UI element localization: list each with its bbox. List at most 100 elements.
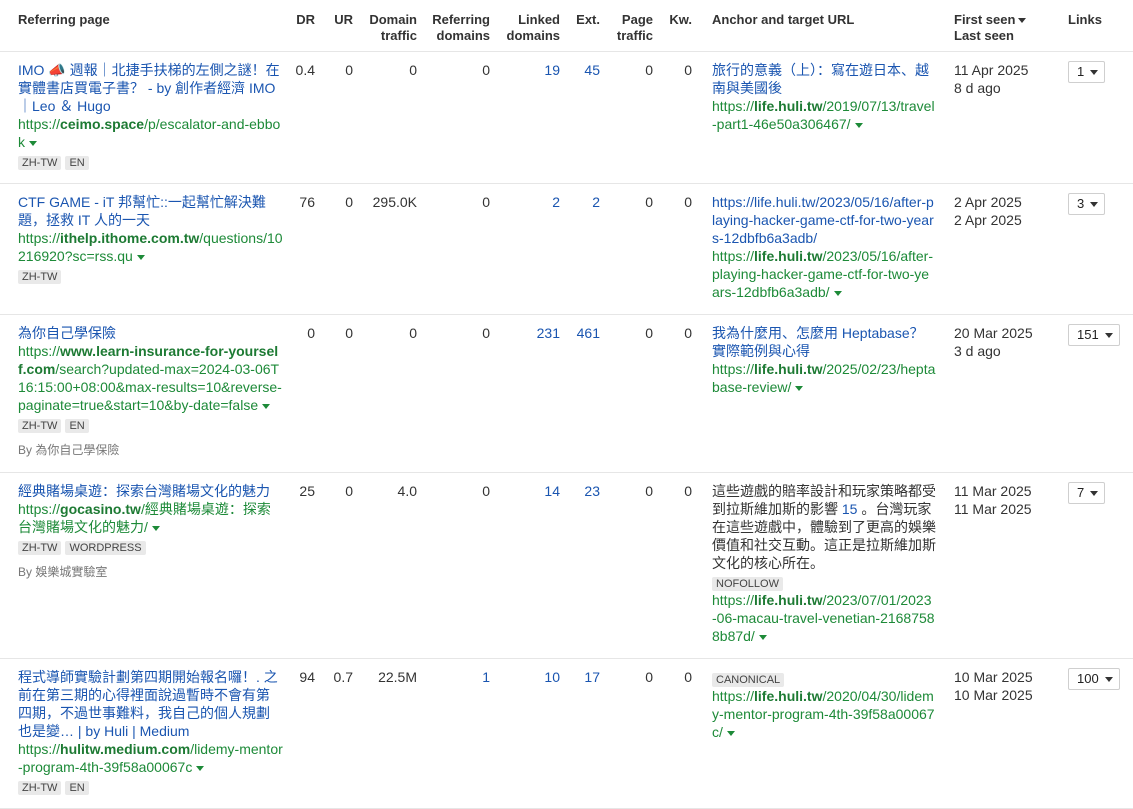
col-anchor[interactable]: Anchor and target URL [692, 0, 948, 52]
col-referring-domains[interactable]: Referring domains [417, 0, 490, 52]
col-domain-traffic-label-1: Domain [369, 12, 417, 27]
ext-link[interactable]: 461 [577, 325, 600, 341]
referring-page-title[interactable]: 程式導師實驗計劃第四期開始報名囉！. 之前在第三期的心得裡面說過暫時不會有第四期… [18, 669, 278, 739]
url-menu-caret-icon[interactable] [833, 290, 842, 296]
linked-domains-link[interactable]: 10 [544, 669, 560, 685]
url-menu-caret-icon[interactable] [854, 122, 863, 128]
last-seen-value: 8 d ago [954, 80, 1001, 96]
table-row: 程式導師實驗計劃第四期開始報名囉！. 之前在第三期的心得裡面說過暫時不會有第四期… [0, 658, 1133, 809]
linked-domains-value: 10 [490, 658, 560, 809]
link-attribute-badge: CANONICAL [712, 673, 785, 687]
url-menu-caret-icon[interactable] [726, 730, 735, 736]
referring-page-cell: IMO 📣 週報｜北捷手扶梯的左側之謎！在實體書店買電子書？ - by 創作者經… [0, 51, 283, 184]
col-domain-traffic[interactable]: Domain traffic [353, 0, 417, 52]
col-dr[interactable]: DR [283, 0, 315, 52]
target-url[interactable]: https://life.huli.tw/2023/05/16/after-pl… [712, 247, 936, 301]
url-menu-caret-icon[interactable] [196, 765, 205, 771]
referring-domains-link: 0 [482, 194, 490, 210]
col-links[interactable]: Links [1060, 0, 1133, 52]
links-count-value: 100 [1077, 671, 1099, 686]
last-seen-value: 11 Mar 2025 [954, 501, 1032, 517]
linked-domains-link[interactable]: 2 [552, 194, 560, 210]
author-byline: By 為你自己學保險 [18, 443, 120, 457]
referring-page-url[interactable]: https://gocasino.tw/經典賭場桌遊：探索台灣賭場文化的魅力/ [18, 500, 283, 536]
col-referring-page[interactable]: Referring page [0, 0, 283, 52]
referring-page-cell: 經典賭場桌遊：探索台灣賭場文化的魅力 https://gocasino.tw/經… [0, 472, 283, 659]
referring-domains-value: 1 [417, 658, 490, 809]
page-traffic-value: 0 [600, 658, 653, 809]
chevron-down-icon [1104, 676, 1113, 682]
first-seen-value: 11 Mar 2025 [954, 483, 1032, 499]
col-kw[interactable]: Kw. [653, 0, 692, 52]
anchor-badges: CANONICAL [712, 671, 936, 687]
kw-value: 0 [653, 314, 692, 473]
anchor-text[interactable]: 旅行的意義（上）：寫在遊日本、越南與美國後 [712, 62, 929, 96]
links-count-dropdown[interactable]: 7 [1068, 482, 1106, 504]
referring-page-title[interactable]: IMO 📣 週報｜北捷手扶梯的左側之謎！在實體書店買電子書？ - by 創作者經… [18, 62, 280, 114]
target-url-scheme: https:// [712, 592, 755, 608]
target-url[interactable]: https://life.huli.tw/2025/02/23/heptabas… [712, 360, 936, 396]
target-url[interactable]: https://life.huli.tw/2019/07/13/travel-p… [712, 97, 936, 133]
links-cell: 7 [1060, 472, 1133, 659]
referring-page-title[interactable]: 經典賭場桌遊：探索台灣賭場文化的魅力 [18, 483, 270, 499]
referring-page-url-path: /search?updated-max=2024-03-06T16:15:00+… [18, 361, 282, 413]
referring-page-url[interactable]: https://hulitw.medium.com/lidemy-mentor-… [18, 740, 283, 776]
kw-value: 0 [653, 658, 692, 809]
col-referring-page-label: Referring page [18, 12, 110, 27]
anchor-text[interactable]: https://life.huli.tw/2023/05/16/after-pl… [712, 194, 934, 246]
links-count-dropdown[interactable]: 100 [1068, 668, 1120, 690]
language-tags: ZH-TW WORDPRESS [18, 539, 283, 555]
ext-link[interactable]: 45 [584, 62, 600, 78]
col-page-traffic[interactable]: Page traffic [600, 0, 653, 52]
links-count-dropdown[interactable]: 3 [1068, 193, 1106, 215]
anchor-text[interactable]: 我為什麼用、怎麼用 Heptabase？實際範例與心得 [712, 325, 924, 359]
language-tags: ZH-TW EN [18, 779, 283, 795]
referring-page-url-domain: ithelp.ithome.com.tw [60, 230, 200, 246]
url-menu-caret-icon[interactable] [29, 140, 37, 146]
col-last-seen-label: Last seen [954, 28, 1014, 43]
col-ur[interactable]: UR [315, 0, 353, 52]
url-menu-caret-icon[interactable] [795, 385, 804, 391]
referring-page-url[interactable]: https://ithelp.ithome.com.tw/questions/1… [18, 229, 283, 265]
linked-domains-link[interactable]: 19 [544, 62, 560, 78]
domain-traffic-value: 0 [353, 314, 417, 473]
seen-cell: 11 Apr 2025 8 d ago [948, 51, 1060, 184]
referring-page-title[interactable]: 為你自己學保險 [18, 325, 116, 341]
language-tags: ZH-TW EN [18, 417, 283, 433]
links-count-dropdown[interactable]: 151 [1068, 324, 1120, 346]
chevron-down-icon [1090, 490, 1099, 496]
col-page-traffic-label-1: Page [621, 12, 653, 27]
chevron-down-icon [1104, 332, 1113, 338]
referring-page-title[interactable]: CTF GAME - iT 邦幫忙::一起幫忙解決難題，拯救 IT 人的一天 [18, 194, 266, 228]
col-first-last-seen[interactable]: First seen Last seen [948, 0, 1060, 52]
url-menu-caret-icon[interactable] [758, 634, 767, 640]
ext-link[interactable]: 23 [584, 483, 600, 499]
linked-domains-link[interactable]: 14 [544, 483, 560, 499]
ext-link[interactable]: 2 [592, 194, 600, 210]
table-row: CTF GAME - iT 邦幫忙::一起幫忙解決難題，拯救 IT 人的一天 h… [0, 183, 1133, 315]
col-referring-domains-label-2: domains [436, 28, 490, 43]
anchor-highlight-link[interactable]: 15 [842, 501, 858, 517]
col-ext[interactable]: Ext. [560, 0, 600, 52]
anchor-text-wrap: 這些遊戲的賠率設計和玩家策略都受到拉斯維加斯的影響 15 。台灣玩家在這些遊戲中… [712, 482, 936, 572]
language-tags: ZH-TW [18, 268, 283, 284]
target-url[interactable]: https://life.huli.tw/2020/04/30/lidemy-m… [712, 687, 936, 741]
referring-page-url-scheme: https:// [18, 230, 61, 246]
linked-domains-link[interactable]: 231 [537, 325, 560, 341]
ext-value: 461 [560, 314, 600, 473]
links-count-dropdown[interactable]: 1 [1068, 61, 1106, 83]
referring-page-url[interactable]: https://www.learn-insurance-for-yourself… [18, 342, 283, 414]
referring-domains-link[interactable]: 1 [482, 669, 490, 685]
col-links-label: Links [1068, 12, 1102, 27]
referring-page-cell: CTF GAME - iT 邦幫忙::一起幫忙解決難題，拯救 IT 人的一天 h… [0, 183, 283, 315]
url-menu-caret-icon[interactable] [262, 403, 271, 409]
url-menu-caret-icon[interactable] [136, 254, 145, 260]
referring-page-url-domain: hulitw.medium.com [60, 741, 191, 757]
col-ur-label: UR [334, 12, 353, 27]
col-linked-domains[interactable]: Linked domains [490, 0, 560, 52]
url-menu-caret-icon[interactable] [151, 525, 160, 531]
ext-link[interactable]: 17 [584, 669, 600, 685]
referring-page-url[interactable]: https://ceimo.space/p/escalator-and-ebbo… [18, 115, 283, 151]
target-url[interactable]: https://life.huli.tw/2023/07/01/2023-06-… [712, 591, 936, 645]
domain-traffic-value: 0 [353, 51, 417, 184]
